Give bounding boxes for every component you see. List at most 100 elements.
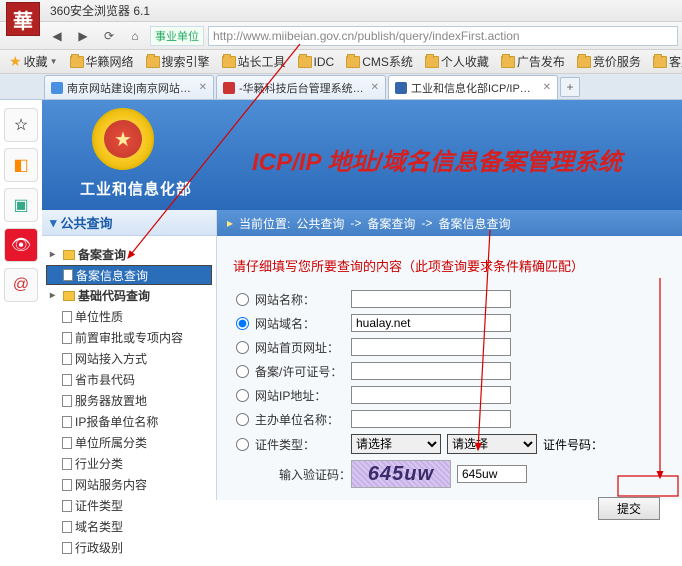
label-homepage: 网站首页网址： (251, 339, 351, 356)
form-title: 请仔细填写您所要查询的内容（此项查询要求条件精确匹配） (233, 256, 666, 275)
side-icon-5[interactable]: @ (4, 268, 38, 302)
reload-button[interactable]: ⟳ (98, 26, 120, 46)
favicon (51, 82, 63, 94)
tree-item[interactable]: IP报备单位名称 (46, 411, 212, 432)
app-title: 360安全浏览器 6.1 (50, 2, 150, 19)
folder-icon (653, 56, 667, 68)
doc-icon (62, 311, 72, 323)
tree-item[interactable]: 网站服务内容 (46, 474, 212, 495)
tree-group[interactable]: ▸备案查询 (46, 244, 212, 265)
page-content: ★ 工业和信息化部 ICP/IP 地址/域名信息备案管理系统 ▾公共查询 ▸备案… (42, 100, 682, 500)
side-icon-3[interactable]: ▣ (4, 188, 38, 222)
folder-icon (577, 56, 591, 68)
bookmark-item[interactable]: 广告发布 (496, 51, 570, 72)
forward-button[interactable]: ▶ (72, 26, 94, 46)
radio-homepage[interactable] (236, 341, 249, 354)
favorites-button[interactable]: ★收藏▼ (4, 51, 63, 72)
folder-icon (425, 56, 439, 68)
captcha-image[interactable]: 645uw (351, 460, 451, 488)
query-form: 请仔细填写您所要查询的内容（此项查询要求条件精确匹配） 网站名称： 网站域名： … (217, 236, 682, 503)
bookmark-item[interactable]: 搜索引擎 (141, 51, 215, 72)
doc-icon (62, 332, 72, 344)
side-icon-1[interactable]: ☆ (4, 108, 38, 142)
tree-item[interactable]: 服务器放置地 (46, 390, 212, 411)
doc-icon (62, 437, 72, 449)
close-icon[interactable]: ✕ (199, 82, 207, 93)
bookmark-item[interactable]: 站长工具 (217, 51, 291, 72)
close-icon[interactable]: ✕ (543, 82, 551, 93)
radio-sponsor[interactable] (236, 413, 249, 426)
url-input[interactable] (208, 26, 678, 46)
browser-toolbar: ◀ ▶ ⟳ ⌂ 事业单位 (0, 22, 682, 50)
left-nav: ▾公共查询 ▸备案查询 备案信息查询 ▸基础代码查询 单位性质 前置审批或专项内… (42, 210, 217, 500)
input-homepage[interactable] (351, 338, 511, 356)
radio-site-domain[interactable] (236, 317, 249, 330)
close-icon[interactable]: ✕ (371, 82, 379, 93)
tab-strip: 南京网站建设|南京网站制作|...✕ -华籁科技后台管理系统 V2.2✕ 工业和… (0, 74, 682, 100)
new-tab-button[interactable]: + (560, 77, 580, 97)
select-cert-type-2[interactable]: 请选择 (447, 434, 537, 454)
tree-item[interactable]: 域名类型 (46, 516, 212, 537)
breadcrumb-current: 备案信息查询 (438, 215, 510, 232)
weibo-icon[interactable]: 👁 (4, 228, 38, 262)
doc-icon (62, 542, 72, 554)
breadcrumb: ▸ 当前位置: 公共查询 -> 备案查询 -> 备案信息查询 (217, 210, 682, 236)
bookmark-item[interactable]: IDC (293, 53, 340, 71)
radio-cert-type[interactable] (236, 438, 249, 451)
side-icon-2[interactable]: ◧ (4, 148, 38, 182)
folder-icon (346, 56, 360, 68)
doc-icon (62, 500, 72, 512)
doc-icon (62, 479, 72, 491)
input-site-name[interactable] (351, 290, 511, 308)
bookmark-item[interactable]: 客户提供 (648, 51, 682, 72)
folder-icon (298, 56, 312, 68)
label-site-domain: 网站域名： (251, 315, 351, 332)
radio-site-name[interactable] (236, 293, 249, 306)
input-site-ip[interactable] (351, 386, 511, 404)
input-record-no[interactable] (351, 362, 511, 380)
side-panel: ☆ ◧ ▣ 👁 @ (0, 102, 42, 308)
input-sponsor[interactable] (351, 410, 511, 428)
tree-item[interactable]: 单位所属分类 (46, 432, 212, 453)
label-site-ip: 网站IP地址： (251, 387, 351, 404)
radio-site-ip[interactable] (236, 389, 249, 402)
doc-icon (62, 374, 72, 386)
breadcrumb-link[interactable]: 公共查询 (296, 215, 344, 232)
bookmark-item[interactable]: 竞价服务 (572, 51, 646, 72)
browser-tab-active[interactable]: 工业和信息化部ICP/IP地址/...✕ (388, 75, 558, 99)
site-tag[interactable]: 事业单位 (150, 26, 204, 46)
tree-item-selected[interactable]: 备案信息查询 (46, 265, 212, 285)
app-logo: 華 (6, 2, 40, 36)
bookmark-item[interactable]: 华籁网络 (65, 51, 139, 72)
submit-button[interactable]: 提交 (598, 497, 660, 520)
bookmark-item[interactable]: 个人收藏 (420, 51, 494, 72)
radio-record-no[interactable] (236, 365, 249, 378)
expand-icon: ▸ (50, 249, 60, 260)
department-name: 工业和信息化部 (80, 178, 192, 199)
folder-icon (222, 56, 236, 68)
tree-item[interactable]: 前置审批或专项内容 (46, 327, 212, 348)
chevron-down-icon: ▾ (50, 215, 57, 231)
tree-item[interactable]: 行政级别 (46, 537, 212, 558)
label-captcha: 输入验证码： (251, 466, 351, 483)
input-captcha[interactable] (457, 465, 527, 483)
tree-item[interactable]: 省市县代码 (46, 369, 212, 390)
page-title: ICP/IP 地址/域名信息备案管理系统 (252, 142, 622, 177)
label-cert-type: 证件类型： (251, 436, 351, 453)
left-nav-header: ▾公共查询 (42, 210, 216, 236)
tree-item[interactable]: 行业分类 (46, 453, 212, 474)
tree-item[interactable]: 证件类型 (46, 495, 212, 516)
back-button[interactable]: ◀ (46, 26, 68, 46)
tree-item[interactable]: 单位性质 (46, 306, 212, 327)
browser-tab[interactable]: 南京网站建设|南京网站制作|...✕ (44, 75, 214, 99)
browser-tab[interactable]: -华籁科技后台管理系统 V2.2✕ (216, 75, 386, 99)
label-sponsor: 主办单位名称： (251, 411, 351, 428)
folder-icon (70, 56, 84, 68)
select-cert-type-1[interactable]: 请选择 (351, 434, 441, 454)
input-site-domain[interactable] (351, 314, 511, 332)
breadcrumb-link[interactable]: 备案查询 (367, 215, 415, 232)
tree-item[interactable]: 网站接入方式 (46, 348, 212, 369)
tree-group[interactable]: ▸基础代码查询 (46, 285, 212, 306)
home-button[interactable]: ⌂ (124, 26, 146, 46)
bookmark-item[interactable]: CMS系统 (341, 51, 418, 72)
